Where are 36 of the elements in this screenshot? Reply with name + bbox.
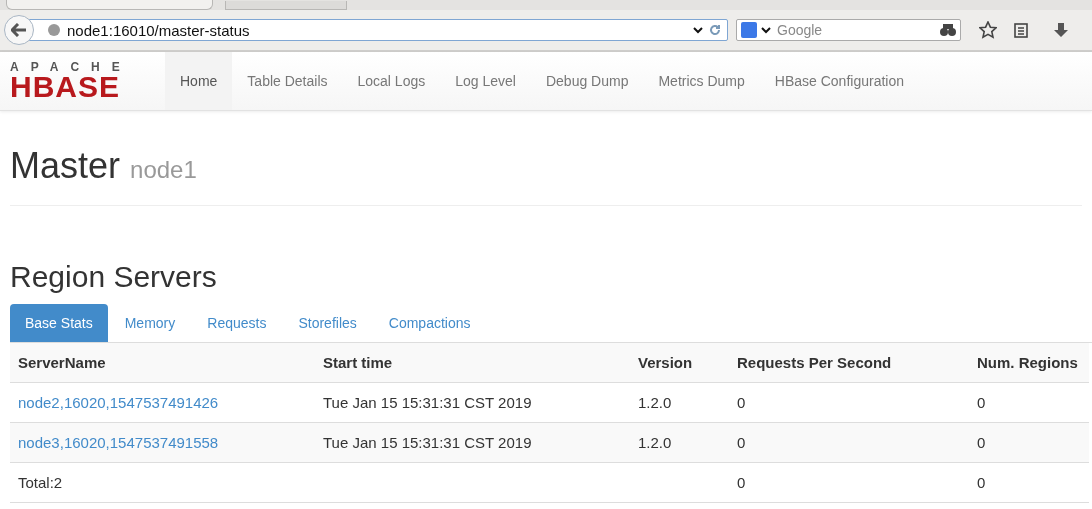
back-arrow-icon <box>11 23 27 37</box>
table-cell: 1.2.0 <box>630 423 729 463</box>
tab[interactable]: Compactions <box>373 304 486 342</box>
column-header: Num. Regions <box>969 343 1089 383</box>
reload-icon[interactable] <box>709 24 721 36</box>
tab[interactable]: Requests <box>192 304 282 342</box>
tab[interactable]: Memory <box>109 304 191 342</box>
nav-link[interactable]: Debug Dump <box>530 52 644 110</box>
binoculars-icon[interactable] <box>940 23 956 37</box>
section-title: Region Servers <box>10 260 218 294</box>
back-button[interactable] <box>4 15 34 45</box>
address-bar[interactable]: node1:16010/master-status <box>28 19 728 41</box>
column-header: Start time <box>315 343 630 383</box>
column-header: ServerName <box>10 343 315 383</box>
nav-link[interactable]: Log Level <box>440 52 531 110</box>
search-field[interactable]: Google <box>736 19 961 41</box>
hbase-logo[interactable]: APACHE HBASE <box>10 52 165 110</box>
star-icon[interactable] <box>979 21 997 39</box>
server-link[interactable]: node2,16020,1547537491426 <box>18 394 219 411</box>
tab[interactable]: Base Stats <box>10 304 108 342</box>
nav-link[interactable]: Home <box>165 52 233 110</box>
table-cell: 0 <box>729 423 969 463</box>
page-title: Master node1 <box>10 111 1082 206</box>
column-header: Requests Per Second <box>729 343 969 383</box>
table-cell: Tue Jan 15 15:31:31 CST 2019 <box>315 423 630 463</box>
tab[interactable]: Storefiles <box>283 304 372 342</box>
nav-link[interactable]: Metrics Dump <box>643 52 760 110</box>
download-icon[interactable] <box>1053 22 1069 38</box>
nav-link[interactable]: Table Details <box>232 52 343 110</box>
dropdown-icon[interactable] <box>761 26 771 34</box>
dropdown-icon[interactable] <box>693 26 703 34</box>
clipboard-icon[interactable] <box>1013 22 1029 38</box>
column-header: Version <box>630 343 729 383</box>
nav-link[interactable]: HBase Configuration <box>759 52 919 110</box>
nav-link[interactable]: Local Logs <box>342 52 441 110</box>
table-cell: 0 <box>969 423 1089 463</box>
